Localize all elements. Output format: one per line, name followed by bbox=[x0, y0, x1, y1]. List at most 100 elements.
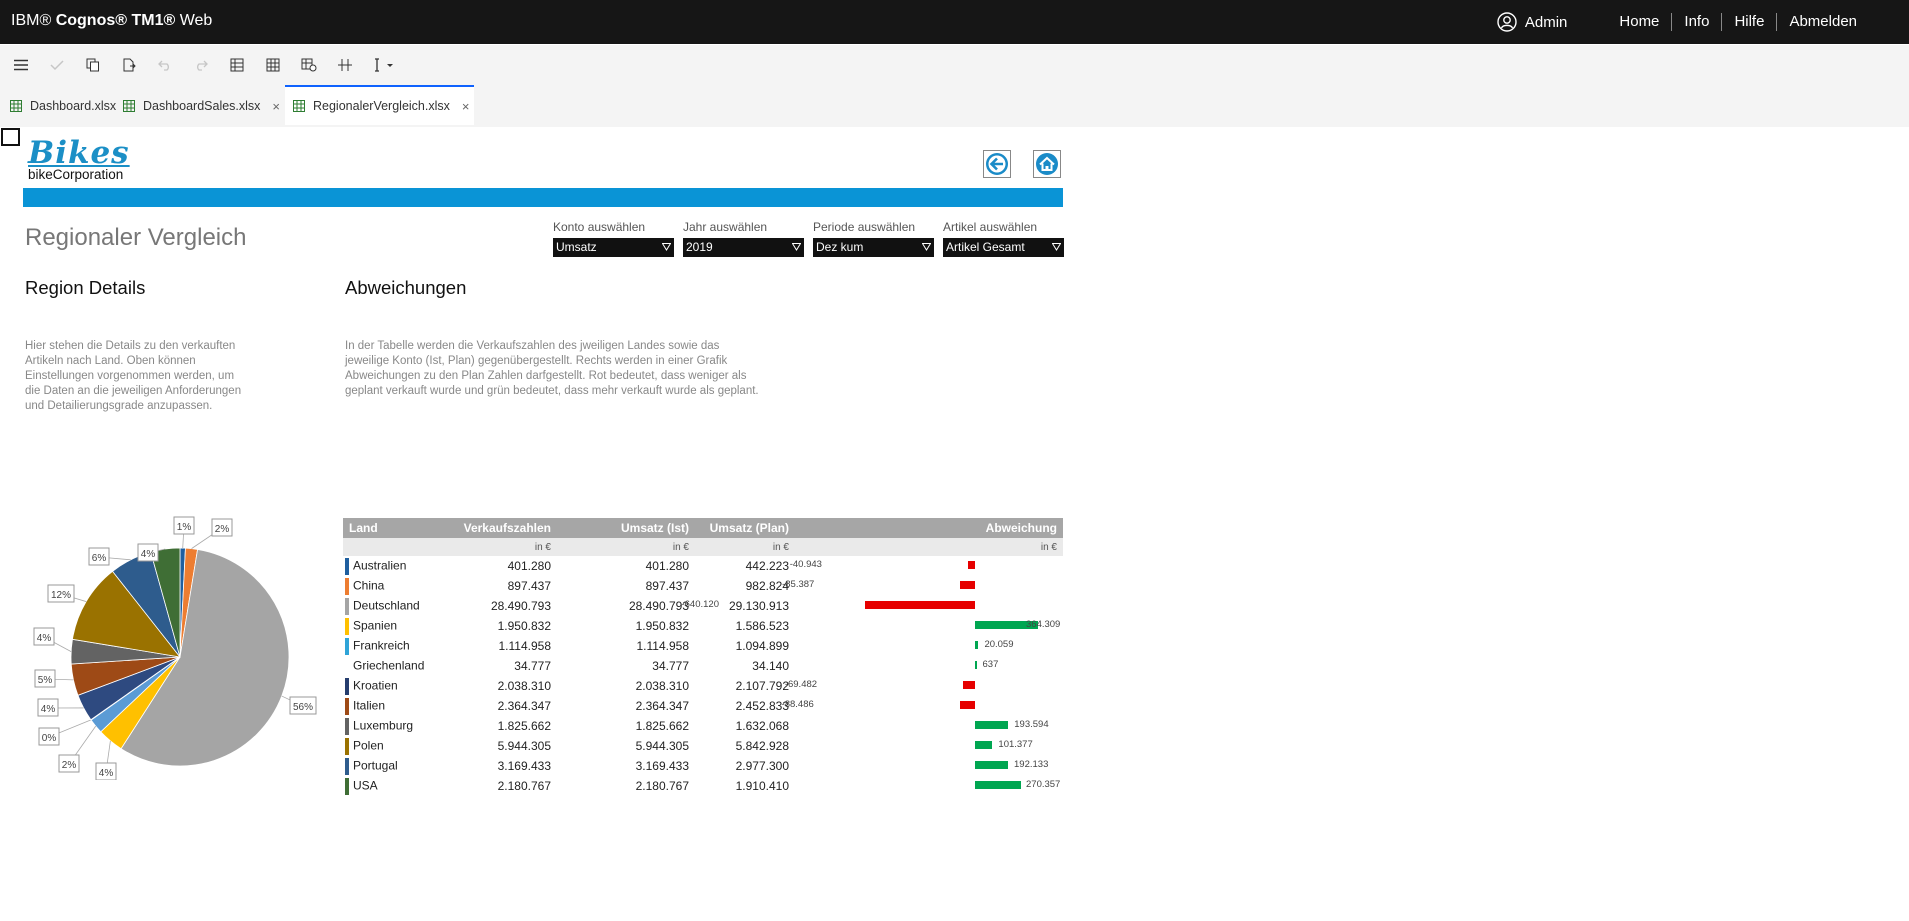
abweichung-cell: 364.309 bbox=[795, 616, 1063, 636]
pie-label: 0% bbox=[42, 733, 57, 744]
nav-home-link[interactable]: Home bbox=[1607, 13, 1671, 31]
ist-cell[interactable]: 1.950.832 bbox=[557, 616, 695, 636]
verkauf-cell[interactable]: 1.114.958 bbox=[445, 636, 557, 656]
periode-selector: Periode auswählen Dez kum bbox=[813, 220, 934, 257]
verkauf-cell[interactable]: 28.490.793 bbox=[445, 596, 557, 616]
land-cell[interactable]: Australien bbox=[343, 556, 445, 576]
land-cell[interactable]: USA bbox=[343, 776, 445, 796]
undo-icon[interactable] bbox=[147, 49, 183, 81]
country-color-swatch bbox=[345, 777, 349, 795]
jahr-dropdown[interactable]: 2019 bbox=[683, 238, 804, 257]
ist-cell[interactable]: 401.280 bbox=[557, 556, 695, 576]
verkauf-cell[interactable]: 34.777 bbox=[445, 656, 557, 676]
plan-cell[interactable]: 982.824 bbox=[695, 576, 795, 596]
verkauf-cell[interactable]: 5.944.305 bbox=[445, 736, 557, 756]
plan-cell[interactable]: 34.140 bbox=[695, 656, 795, 676]
ist-cell[interactable]: 2.364.347 bbox=[557, 696, 695, 716]
land-cell[interactable]: Luxemburg bbox=[343, 716, 445, 736]
grid-export-icon[interactable] bbox=[291, 49, 327, 81]
plan-cell[interactable]: 1.910.410 bbox=[695, 776, 795, 796]
top-nav: Admin Home Info Hilfe Abmelden bbox=[1497, 0, 1869, 44]
ist-cell[interactable]: 1.114.958 bbox=[557, 636, 695, 656]
grid-alt-icon[interactable] bbox=[255, 49, 291, 81]
ist-cell[interactable]: 2.180.767 bbox=[557, 776, 695, 796]
verkauf-cell[interactable]: 3.169.433 bbox=[445, 756, 557, 776]
verkauf-cell[interactable]: 2.038.310 bbox=[445, 676, 557, 696]
land-name: Frankreich bbox=[353, 638, 410, 653]
land-cell[interactable]: Frankreich bbox=[343, 636, 445, 656]
plan-cell[interactable]: 1.586.523 bbox=[695, 616, 795, 636]
back-button[interactable] bbox=[983, 150, 1011, 178]
check-icon[interactable] bbox=[39, 49, 75, 81]
ist-cell[interactable]: 34.777 bbox=[557, 656, 695, 676]
close-icon[interactable]: × bbox=[462, 99, 470, 114]
ist-cell[interactable]: 897.437 bbox=[557, 576, 695, 596]
ist-cell[interactable]: 1.825.662 bbox=[557, 716, 695, 736]
land-name: Polen bbox=[353, 738, 384, 753]
tab-label: DashboardSales.xlsx bbox=[143, 99, 261, 113]
nav-info-link[interactable]: Info bbox=[1671, 13, 1721, 31]
tab-regionalervergleich[interactable]: RegionalerVergleich.xlsx × bbox=[285, 85, 474, 125]
user-menu[interactable]: Admin bbox=[1497, 12, 1567, 32]
nav-hilfe-link[interactable]: Hilfe bbox=[1721, 13, 1776, 31]
konto-value: Umsatz bbox=[556, 240, 597, 254]
spreadsheet-icon bbox=[123, 100, 135, 112]
tab-dashboard[interactable]: Dashboard.xlsx bbox=[10, 85, 116, 127]
land-name: Italien bbox=[353, 698, 386, 713]
land-cell[interactable]: Polen bbox=[343, 736, 445, 756]
land-cell[interactable]: China bbox=[343, 576, 445, 596]
home-button[interactable] bbox=[1033, 150, 1061, 178]
tab-dashboardsales[interactable]: DashboardSales.xlsx × bbox=[123, 85, 280, 127]
plan-cell[interactable]: 1.632.068 bbox=[695, 716, 795, 736]
abweichung-bar bbox=[975, 781, 1022, 789]
ist-cell[interactable]: 5.944.305 bbox=[557, 736, 695, 756]
close-icon[interactable]: × bbox=[272, 99, 280, 114]
land-cell[interactable]: Italien bbox=[343, 696, 445, 716]
table-row: Frankreich 1.114.958 1.114.958 1.094.899 20.… bbox=[343, 636, 1063, 656]
plan-cell[interactable]: 5.842.928 bbox=[695, 736, 795, 756]
chevron-down-icon bbox=[792, 243, 801, 251]
verkauf-cell[interactable]: 1.825.662 bbox=[445, 716, 557, 736]
nav-abmelden-link[interactable]: Abmelden bbox=[1776, 13, 1869, 31]
verkauf-cell[interactable]: 897.437 bbox=[445, 576, 557, 596]
cell-selection[interactable] bbox=[1, 128, 20, 146]
ist-cell[interactable]: 28.490.793 bbox=[557, 596, 695, 616]
verkauf-cell[interactable]: 1.950.832 bbox=[445, 616, 557, 636]
land-cell[interactable]: Portugal bbox=[343, 756, 445, 776]
verkauf-cell[interactable]: 2.180.767 bbox=[445, 776, 557, 796]
abweichung-bar bbox=[967, 561, 975, 569]
artikel-label: Artikel auswählen bbox=[943, 220, 1038, 234]
sandbox-icon[interactable] bbox=[363, 49, 407, 81]
land-cell[interactable]: Kroatien bbox=[343, 676, 445, 696]
text-line: Einstellungen vorgenommen werden, um bbox=[25, 370, 235, 382]
konto-dropdown[interactable]: Umsatz bbox=[553, 238, 674, 257]
verkauf-cell[interactable]: 401.280 bbox=[445, 556, 557, 576]
plan-cell[interactable]: 1.094.899 bbox=[695, 636, 795, 656]
verkauf-cell[interactable]: 2.364.347 bbox=[445, 696, 557, 716]
pie-label: 4% bbox=[37, 633, 52, 644]
abweichung-cell: 192.133 bbox=[795, 756, 1063, 776]
redo-icon[interactable] bbox=[183, 49, 219, 81]
land-cell[interactable]: Deutschland bbox=[343, 596, 445, 616]
menu-icon[interactable] bbox=[3, 49, 39, 81]
artikel-dropdown[interactable]: Artikel Gesamt bbox=[943, 238, 1064, 257]
land-cell[interactable]: Griechenland bbox=[343, 656, 445, 676]
tab-label: RegionalerVergleich.xlsx bbox=[313, 99, 450, 113]
text-line: Artikeln nach Land. Oben können bbox=[25, 355, 196, 367]
copy-icon[interactable] bbox=[75, 49, 111, 81]
plan-cell[interactable]: 2.977.300 bbox=[695, 756, 795, 776]
pie-label: 4% bbox=[41, 704, 56, 715]
periode-dropdown[interactable]: Dez kum bbox=[813, 238, 934, 257]
app-brand: IBM® Cognos® TM1® Web bbox=[11, 12, 212, 30]
abweichung-cell: -88.486 bbox=[782, 696, 1063, 716]
split-icon[interactable] bbox=[327, 49, 363, 81]
land-cell[interactable]: Spanien bbox=[343, 616, 445, 636]
plan-cell[interactable]: 2.107.792 bbox=[695, 676, 795, 696]
plan-cell[interactable]: 442.223 bbox=[695, 556, 795, 576]
pie-label: 4% bbox=[99, 768, 114, 779]
ist-cell[interactable]: 3.169.433 bbox=[557, 756, 695, 776]
paste-icon[interactable] bbox=[111, 49, 147, 81]
grid-icon[interactable] bbox=[219, 49, 255, 81]
ist-cell[interactable]: 2.038.310 bbox=[557, 676, 695, 696]
plan-cell[interactable]: 2.452.833 bbox=[695, 696, 795, 716]
